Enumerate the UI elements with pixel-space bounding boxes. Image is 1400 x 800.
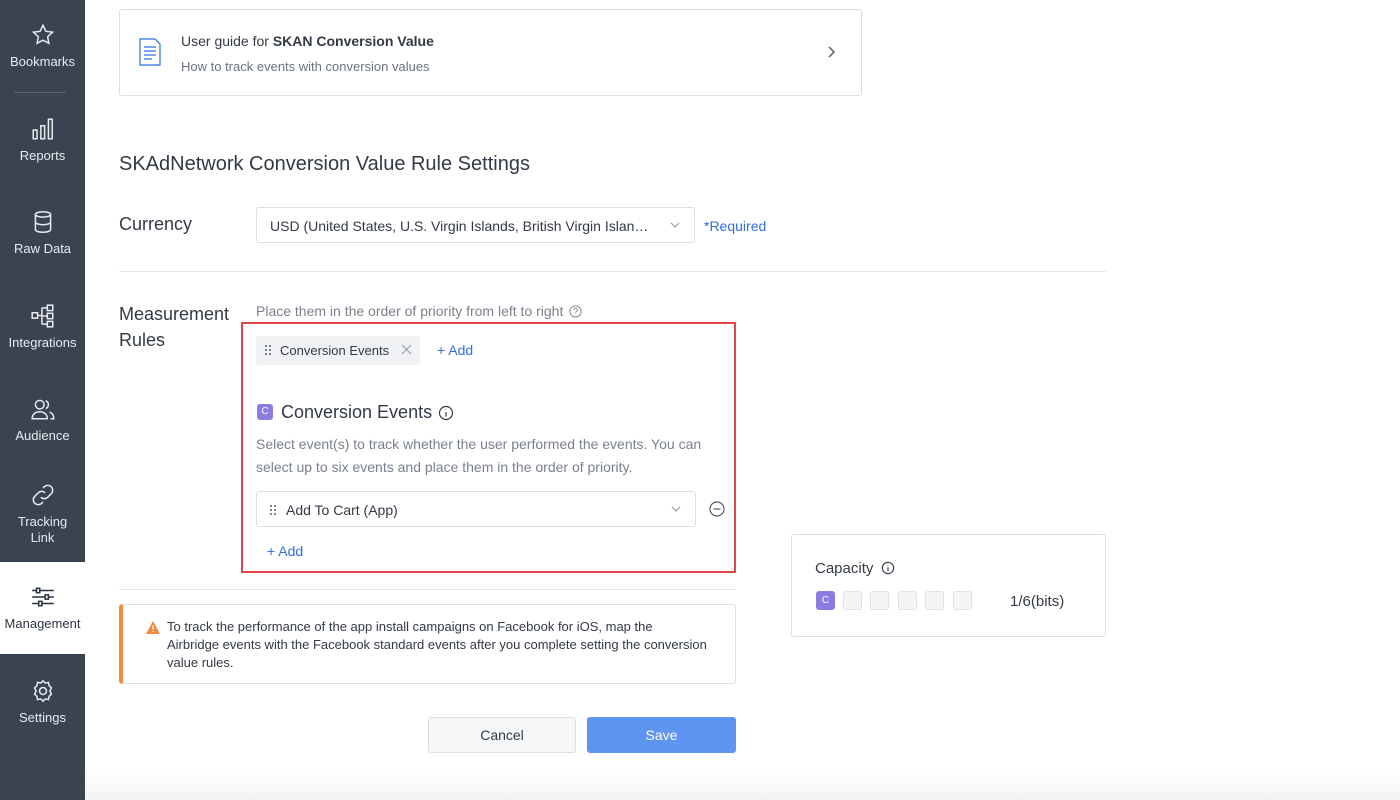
sidebar-item-integrations[interactable]: Integrations: [0, 303, 85, 351]
sidebar-item-tracking-link[interactable]: Tracking Link: [0, 482, 85, 546]
capacity-slot: [870, 591, 889, 610]
priority-hint: Place them in the order of priority from…: [256, 303, 582, 319]
database-icon: [34, 210, 51, 234]
conversion-events-chip[interactable]: Conversion Events: [256, 336, 420, 365]
sidebar-item-label: Bookmarks: [9, 54, 76, 69]
currency-value: USD (United States, U.S. Virgin Islands,…: [270, 218, 661, 234]
sidebar-item-settings[interactable]: Settings: [0, 678, 85, 726]
star-icon: [31, 23, 54, 45]
sidebar-item-label: Settings: [19, 710, 66, 725]
help-icon[interactable]: [569, 305, 582, 318]
sidebar-item-label: Management: [4, 616, 81, 631]
sidebar-item-bookmarks[interactable]: Bookmarks: [0, 22, 85, 70]
required-note: *Required: [704, 218, 767, 234]
save-button[interactable]: Save: [587, 717, 736, 753]
sliders-icon: [31, 587, 54, 607]
chevron-down-icon: [671, 506, 681, 512]
sidebar-divider: [14, 92, 66, 93]
chevron-down-icon: [670, 222, 680, 228]
sidebar-item-reports[interactable]: Reports: [0, 116, 85, 164]
sidebar-item-label: Integrations: [8, 335, 77, 350]
sidebar-item-label: Link: [30, 530, 55, 545]
chevron-right-icon: [828, 46, 836, 58]
drag-handle-icon[interactable]: [269, 504, 277, 516]
warning-icon: [146, 621, 160, 634]
capacity-slot: [925, 591, 944, 610]
guide-subtitle: How to track events with conversion valu…: [181, 59, 430, 74]
divider: [119, 589, 736, 590]
capacity-slot: C: [816, 591, 835, 610]
add-rule-link[interactable]: + Add: [437, 342, 473, 358]
user-guide-card[interactable]: User guide for SKAN Conversion Value How…: [119, 9, 862, 96]
conversion-events-title: Conversion Events: [281, 402, 433, 422]
event-select[interactable]: Add To Cart (App): [256, 491, 696, 527]
sidebar-item-label: Tracking: [17, 514, 68, 529]
capacity-slot: [953, 591, 972, 610]
capacity-count: 1/6(bits): [1010, 593, 1065, 610]
warning-text: To track the performance of the app inst…: [167, 619, 707, 670]
divider: [119, 271, 1106, 272]
conversion-events-description: Select event(s) to track whether the use…: [256, 436, 702, 475]
page-title: SKAdNetwork Conversion Value Rule Settin…: [119, 153, 530, 175]
add-event-link[interactable]: + Add: [267, 543, 303, 559]
capacity-slot: [898, 591, 917, 610]
capacity-card: Capacity C 1/6(bits): [791, 534, 1106, 637]
sidebar-item-management[interactable]: Management: [0, 562, 85, 654]
sidebar-item-raw-data[interactable]: Raw Data: [0, 209, 85, 257]
sidebar-item-audience[interactable]: Audience: [0, 396, 85, 444]
capacity-title: Capacity: [815, 560, 874, 577]
warning-banner: To track the performance of the app inst…: [119, 604, 736, 684]
document-icon: [139, 38, 161, 66]
sidebar-item-label: Raw Data: [13, 241, 72, 256]
guide-title: User guide for SKAN Conversion Value: [181, 33, 434, 49]
chip-label: Conversion Events: [280, 343, 390, 358]
gear-icon: [33, 679, 52, 703]
integrations-icon: [30, 304, 54, 328]
remove-event-icon[interactable]: [709, 501, 725, 517]
bottom-fade: [85, 770, 1400, 800]
capacity-slot: [843, 591, 862, 610]
sidebar-item-label: Reports: [19, 148, 66, 163]
currency-select[interactable]: USD (United States, U.S. Virgin Islands,…: [256, 207, 695, 243]
audience-icon: [30, 399, 55, 420]
currency-label: Currency: [119, 214, 193, 234]
info-icon[interactable]: [881, 561, 895, 575]
measurement-rules-label: Measurement Rules: [119, 304, 230, 350]
conversion-badge: C: [257, 404, 273, 420]
sidebar: Bookmarks Reports Raw Data Integrations …: [0, 0, 85, 800]
cancel-button[interactable]: Cancel: [428, 717, 576, 753]
close-icon[interactable]: [401, 344, 412, 355]
sidebar-item-label: Audience: [15, 428, 70, 443]
drag-handle-icon[interactable]: [264, 344, 272, 356]
link-icon: [32, 484, 53, 506]
bar-chart-icon: [31, 118, 53, 140]
event-value: Add To Cart (App): [286, 502, 398, 518]
info-icon[interactable]: [438, 405, 454, 421]
